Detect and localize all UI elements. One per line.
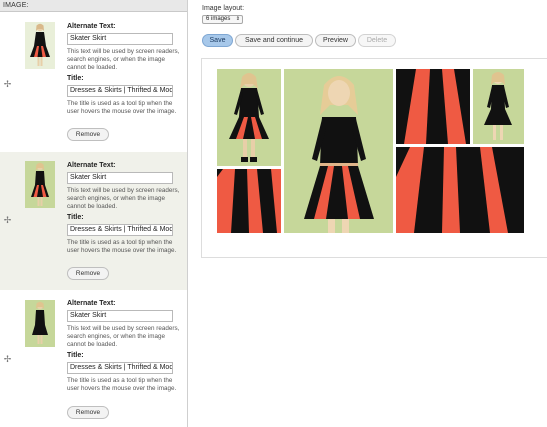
alt-text-help: This text will be used by screen readers… xyxy=(67,187,180,211)
alt-text-label: Alternate Text: xyxy=(67,162,116,169)
title-input[interactable]: Dresses & Skirts | Thrifted & Modern xyxy=(67,362,173,374)
save-button[interactable]: Save xyxy=(202,34,233,47)
remove-button[interactable]: Remove xyxy=(67,128,109,141)
move-cross-icon[interactable]: ✢ xyxy=(3,216,12,225)
title-help: The title is used as a tool tip when the… xyxy=(67,377,177,393)
preview-image-4 xyxy=(473,69,524,144)
up-down-arrows-icon: ⇕ xyxy=(235,16,240,22)
alt-text-help: This text will be used by screen readers… xyxy=(67,325,180,349)
alt-text-label: Alternate Text: xyxy=(67,300,116,307)
image-thumbnail xyxy=(25,161,55,208)
alt-text-input[interactable]: Skater Skirt xyxy=(67,310,173,322)
title-label: Title: xyxy=(67,352,84,359)
image-layout-select[interactable]: 6 images ⇕ xyxy=(202,15,243,24)
alt-text-input[interactable]: Skater Skirt xyxy=(67,33,173,45)
preview-image-5 xyxy=(217,169,281,233)
image-row-3: ✢ Alternate Text: Skater Skirt This text… xyxy=(0,290,187,427)
image-layout-selected: 6 images xyxy=(206,16,231,22)
image-fields-panel: IMAGE: ✢ Alternate Text: Skater Skirt Th… xyxy=(0,0,188,427)
move-cross-icon[interactable]: ✢ xyxy=(3,355,12,364)
save-and-continue-button[interactable]: Save and continue xyxy=(235,34,313,47)
panel-header: IMAGE: xyxy=(0,0,187,12)
preview-button[interactable]: Preview xyxy=(315,34,356,47)
preview-image-3 xyxy=(396,69,470,144)
title-label: Title: xyxy=(67,75,84,82)
move-cross-icon[interactable]: ✢ xyxy=(3,80,12,89)
title-help: The title is used as a tool tip when the… xyxy=(67,239,177,255)
preview-image-2 xyxy=(284,69,393,233)
alt-text-label: Alternate Text: xyxy=(67,23,116,30)
title-label: Title: xyxy=(67,214,84,221)
title-input[interactable]: Dresses & Skirts | Thrifted & Modern xyxy=(67,224,173,236)
preview-image-6 xyxy=(396,147,524,233)
image-row-1: ✢ Alternate Text: Skater Skirt This text… xyxy=(0,13,187,152)
title-input[interactable]: Dresses & Skirts | Thrifted & Modern xyxy=(67,85,173,97)
image-layout-label: Image layout: xyxy=(202,5,245,12)
remove-button[interactable]: Remove xyxy=(67,267,109,280)
alt-text-help: This text will be used by screen readers… xyxy=(67,48,180,72)
alt-text-input[interactable]: Skater Skirt xyxy=(67,172,173,184)
delete-button[interactable]: Delete xyxy=(358,34,396,47)
image-row-2: ✢ Alternate Text: Skater Skirt This text… xyxy=(0,152,187,290)
image-thumbnail xyxy=(25,300,55,347)
layout-preview xyxy=(201,58,547,258)
title-help: The title is used as a tool tip when the… xyxy=(67,100,177,116)
image-thumbnail xyxy=(25,22,55,69)
remove-button[interactable]: Remove xyxy=(67,406,109,419)
preview-image-1 xyxy=(217,69,281,166)
